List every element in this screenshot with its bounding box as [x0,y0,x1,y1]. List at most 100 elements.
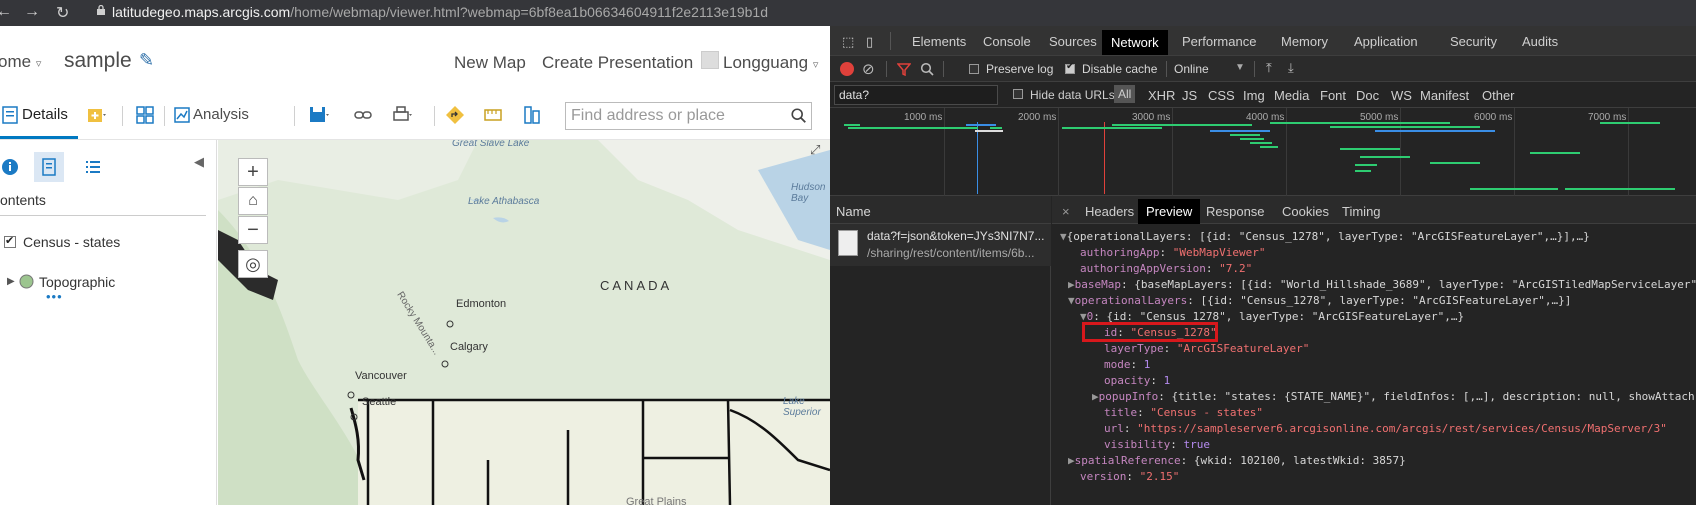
details-button[interactable]: Details [22,106,68,123]
search-input[interactable]: Find address or place [565,102,787,130]
close-icon[interactable]: × [1062,204,1070,219]
detail-tabbar: × Headers Preview Response Cookies Timin… [1052,196,1696,224]
map-view[interactable]: Great Slave Lake Lake Athabasca Hudson B… [218,140,830,505]
network-controls: ⊘ Preserve log ✔ Disable cache Online ▼ … [830,56,1696,82]
forward-arrow-icon[interactable]: → [24,3,40,21]
contents-tab-icon[interactable] [34,152,64,182]
throttle-select[interactable]: Online [1174,62,1209,76]
disable-cache-checkbox[interactable]: ✔ [1065,61,1075,74]
timeline-gridline [1172,108,1173,196]
legend-icon[interactable] [78,152,108,182]
json-title: title: "Census - states" [1104,406,1263,419]
network-timeline: 1000 ms 2000 ms 3000 ms 4000 ms 5000 ms … [830,108,1696,196]
layer-checkbox[interactable]: ✔ [4,235,16,248]
timeline-bar [1240,138,1264,140]
filter-type-js[interactable]: JS [1182,88,1197,103]
filter-icon[interactable] [897,62,911,76]
export-har-icon[interactable]: ⤓ [1288,60,1294,76]
json-baseMap[interactable]: ▶baseMap: {baseMapLayers: [{id: "World_H… [1068,278,1696,291]
zoom-in-button[interactable]: + [238,158,268,186]
collapse-panel-icon[interactable]: ◀ [194,154,204,170]
tab-audits[interactable]: Audits [1522,34,1558,49]
back-arrow-icon[interactable]: ← [0,3,12,21]
info-icon[interactable] [0,152,30,182]
tab-application[interactable]: Application [1354,34,1418,49]
tab-sources[interactable]: Sources [1049,34,1097,49]
preserve-log-checkbox[interactable] [969,64,979,74]
user-menu[interactable]: Longguang ▿ [723,53,818,73]
filter-type-css[interactable]: CSS [1208,88,1235,103]
locate-button[interactable]: ◎ [238,250,268,278]
tab-preview[interactable]: Preview [1138,199,1201,224]
file-icon [838,230,858,256]
json-popupInfo[interactable]: ▶popupInfo: {title: "states: {STATE_NAME… [1092,390,1695,403]
url-field[interactable]: latitudegeo.maps.arcgis.com/home/webmap/… [112,4,768,20]
share-link-icon[interactable] [352,104,374,126]
map-label-canada: CANADA [600,278,673,293]
search-icon[interactable] [920,62,934,76]
tab-network[interactable]: Network [1102,30,1168,55]
load-event-line [1104,122,1105,194]
filter-type-other[interactable]: Other [1482,88,1515,103]
home-menu[interactable]: ome ▿ [0,52,41,72]
device-toolbar-icon[interactable]: ▯ [866,34,873,50]
analysis-button[interactable]: Analysis [193,106,249,123]
print-icon[interactable] [392,104,414,126]
lock-icon [97,5,105,15]
filter-type-media[interactable]: Media [1274,88,1309,103]
tab-console[interactable]: Console [983,34,1031,49]
create-presentation-link[interactable]: Create Presentation [542,53,693,73]
request-row[interactable]: data?f=json&token=JYs3NI7N7... /sharing/… [830,224,1051,266]
directions-icon[interactable] [444,104,466,126]
tab-security[interactable]: Security [1450,34,1497,49]
zoom-out-button[interactable]: − [238,216,268,244]
response-preview-panel: × Headers Preview Response Cookies Timin… [1052,196,1696,505]
hide-data-urls-checkbox[interactable] [1013,89,1023,99]
timeline-gridline [1058,108,1059,196]
preserve-log-label: Preserve log [986,62,1054,76]
expand-icon[interactable]: ▶ [7,276,15,287]
add-layer-icon[interactable] [86,104,108,126]
home-extent-button[interactable]: ⌂ [238,187,268,215]
filter-type-font[interactable]: Font [1320,88,1346,103]
json-operationalLayers[interactable]: ▼operationalLayers: [{id: "Census_1278",… [1068,294,1571,307]
reload-icon[interactable]: ↻ [56,3,69,23]
measure-icon[interactable] [482,104,504,126]
name-column-header[interactable]: Name [830,196,1051,224]
tab-memory[interactable]: Memory [1281,34,1328,49]
json-authoringAppVersion: authoringAppVersion: "7.2" [1080,262,1253,275]
save-icon[interactable] [308,104,330,126]
timeline-bar [1112,124,1252,126]
tab-elements[interactable]: Elements [912,34,966,49]
filter-type-manifest[interactable]: Manifest [1420,88,1469,103]
search-button[interactable] [786,102,812,130]
record-button[interactable] [840,62,854,76]
inspect-element-icon[interactable]: ⬚ [842,34,854,50]
layer-topographic[interactable]: Topographic [39,274,115,290]
tab-performance[interactable]: Performance [1182,34,1256,49]
more-options-icon[interactable]: ••• [46,289,63,304]
clear-icon[interactable]: ⊘ [862,60,875,78]
layer-census-states[interactable]: Census - states [23,234,120,250]
edit-pencil-icon[interactable]: ✎ [139,50,154,71]
import-har-icon[interactable]: ⤒ [1266,60,1272,76]
filter-type-all[interactable]: All [1114,85,1136,103]
json-spatialReference[interactable]: ▶spatialReference: {wkid: 102100, latest… [1068,454,1406,467]
tab-response[interactable]: Response [1206,204,1265,219]
json-version: version: "2.15" [1080,470,1180,483]
filter-type-img[interactable]: Img [1243,88,1265,103]
filter-type-doc[interactable]: Doc [1356,88,1379,103]
hide-data-urls-label: Hide data URLs [1030,88,1115,102]
json-root[interactable]: ▼{operationalLayers: [{id: "Census_1278"… [1060,230,1590,243]
tab-headers[interactable]: Headers [1085,204,1134,219]
tab-timing[interactable]: Timing [1342,204,1381,219]
fullscreen-icon[interactable]: ⤢ [810,142,820,158]
timeline-bar [1250,142,1272,144]
filter-input[interactable]: data? [834,85,998,105]
tab-cookies[interactable]: Cookies [1282,204,1329,219]
filter-type-ws[interactable]: WS [1391,88,1412,103]
bookmarks-icon[interactable] [522,104,544,126]
filter-type-xhr[interactable]: XHR [1148,88,1175,103]
basemap-gallery-icon[interactable] [134,104,156,126]
new-map-link[interactable]: New Map [454,53,526,73]
